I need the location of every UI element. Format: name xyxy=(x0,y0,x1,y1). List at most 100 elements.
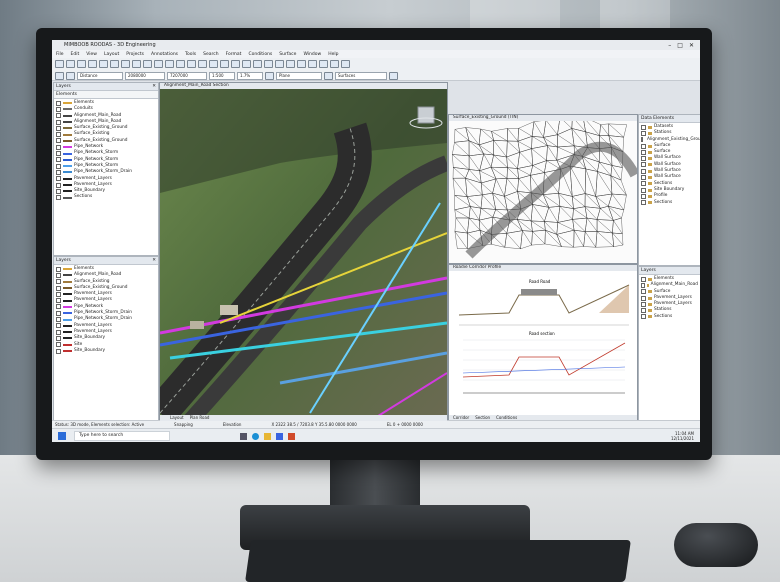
select-icon[interactable] xyxy=(165,60,174,68)
x-field[interactable]: 2080000 xyxy=(125,72,165,80)
visibility-checkbox[interactable] xyxy=(641,301,646,307)
visibility-checkbox[interactable] xyxy=(56,323,61,329)
visibility-checkbox[interactable] xyxy=(56,195,61,201)
visibility-checkbox[interactable] xyxy=(56,188,61,194)
profile-viewport[interactable]: Roadie Corridor Profile Road Road Road s… xyxy=(448,264,638,422)
visibility-checkbox[interactable] xyxy=(56,157,61,163)
pointer-icon[interactable] xyxy=(55,72,64,80)
section-icon[interactable] xyxy=(286,60,295,68)
visibility-checkbox[interactable] xyxy=(56,348,61,354)
visibility-checkbox[interactable] xyxy=(56,342,61,348)
maximize-icon[interactable]: □ xyxy=(677,42,683,49)
visibility-checkbox[interactable] xyxy=(641,175,646,181)
visibility-checkbox[interactable] xyxy=(641,200,646,206)
paste-icon[interactable] xyxy=(121,60,130,68)
menu-annotations[interactable]: Annotations xyxy=(151,52,178,57)
visibility-checkbox[interactable] xyxy=(56,119,61,125)
copy-icon[interactable] xyxy=(110,60,119,68)
store-icon[interactable] xyxy=(276,432,283,440)
menu-help[interactable]: Help xyxy=(328,52,338,57)
visibility-checkbox[interactable] xyxy=(56,291,61,297)
visibility-checkbox[interactable] xyxy=(56,106,61,112)
visibility-checkbox[interactable] xyxy=(641,295,646,301)
taskbar-search[interactable]: Type here to search xyxy=(74,431,170,441)
measure-icon[interactable] xyxy=(253,60,262,68)
grid-icon[interactable] xyxy=(231,60,240,68)
visibility-checkbox[interactable] xyxy=(641,314,646,320)
app-icon[interactable] xyxy=(288,432,295,440)
menu-window[interactable]: Window xyxy=(303,52,321,57)
visibility-checkbox[interactable] xyxy=(56,132,61,138)
print-icon[interactable] xyxy=(88,60,97,68)
surface-field[interactable]: Surfaces xyxy=(335,72,387,80)
visibility-checkbox[interactable] xyxy=(641,137,643,143)
scale-field[interactable]: 1:500 xyxy=(209,72,235,80)
visibility-checkbox[interactable] xyxy=(56,169,61,175)
view-cube-icon[interactable] xyxy=(417,106,435,124)
start-icon[interactable] xyxy=(58,432,66,440)
visibility-checkbox[interactable] xyxy=(56,182,61,188)
tree-item[interactable]: Sections xyxy=(56,194,156,201)
visibility-checkbox[interactable] xyxy=(56,113,61,119)
menu-search[interactable]: Search xyxy=(203,52,218,57)
visibility-checkbox[interactable] xyxy=(56,151,61,157)
tree-item[interactable]: Sections xyxy=(641,200,698,206)
visibility-checkbox[interactable] xyxy=(641,282,645,288)
undo-icon[interactable] xyxy=(132,60,141,68)
layer-icon[interactable] xyxy=(220,60,229,68)
menu-projects[interactable]: Projects xyxy=(126,52,144,57)
close-icon[interactable]: ✕ xyxy=(152,257,158,264)
visibility-checkbox[interactable] xyxy=(641,130,646,136)
play-icon[interactable] xyxy=(265,72,274,80)
wireframe-viewport[interactable]: Surface_Existing_Ground (TIN) xyxy=(448,114,638,264)
visibility-checkbox[interactable] xyxy=(56,176,61,182)
visibility-checkbox[interactable] xyxy=(641,156,646,162)
alignment-icon[interactable] xyxy=(308,60,317,68)
clock-date[interactable]: 12/11/2021 xyxy=(671,436,694,441)
visibility-checkbox[interactable] xyxy=(641,187,646,193)
visibility-checkbox[interactable] xyxy=(56,285,61,291)
plane-field[interactable]: Plane xyxy=(276,72,322,80)
tab-layout[interactable]: Layout xyxy=(170,415,184,421)
taskview-icon[interactable] xyxy=(240,432,247,440)
profile-icon[interactable] xyxy=(275,60,284,68)
menu-format[interactable]: Format xyxy=(226,52,242,57)
render-icon[interactable] xyxy=(330,60,339,68)
cut-icon[interactable] xyxy=(99,60,108,68)
main-3d-viewport[interactable]: Alignment_Main_Road Section Layout Plan … xyxy=(159,82,448,422)
visibility-checkbox[interactable] xyxy=(56,144,61,150)
visibility-checkbox[interactable] xyxy=(56,125,61,131)
visibility-checkbox[interactable] xyxy=(56,329,61,335)
minimize-icon[interactable]: – xyxy=(668,42,671,49)
snap-field[interactable]: Distance xyxy=(77,72,123,80)
visibility-checkbox[interactable] xyxy=(56,304,61,310)
new-icon[interactable] xyxy=(55,60,64,68)
refresh-icon[interactable] xyxy=(389,72,398,80)
menu-view[interactable]: View xyxy=(86,52,97,57)
visibility-checkbox[interactable] xyxy=(56,317,61,323)
visibility-checkbox[interactable] xyxy=(641,162,646,168)
view-icon[interactable] xyxy=(324,72,333,80)
settings-icon[interactable] xyxy=(341,60,350,68)
visibility-checkbox[interactable] xyxy=(641,168,646,174)
visibility-checkbox[interactable] xyxy=(641,193,646,199)
redo-icon[interactable] xyxy=(143,60,152,68)
visibility-checkbox[interactable] xyxy=(56,335,61,341)
delete-icon[interactable] xyxy=(154,60,163,68)
zoom-icon[interactable] xyxy=(198,60,207,68)
folder-icon[interactable] xyxy=(264,432,271,440)
menu-tools[interactable]: Tools xyxy=(185,52,196,57)
menu-layout[interactable]: Layout xyxy=(104,52,119,57)
edge-icon[interactable] xyxy=(252,432,259,440)
surface-icon[interactable] xyxy=(264,60,273,68)
tab-plan-road[interactable]: Plan Road xyxy=(190,415,210,421)
visibility-checkbox[interactable] xyxy=(56,279,61,285)
visibility-checkbox[interactable] xyxy=(56,138,61,144)
y-field[interactable]: 7207000 xyxy=(167,72,207,80)
close-icon[interactable]: ✕ xyxy=(152,83,158,90)
line-icon[interactable] xyxy=(66,72,75,80)
move-icon[interactable] xyxy=(176,60,185,68)
menu-surface[interactable]: Surface xyxy=(279,52,296,57)
visibility-checkbox[interactable] xyxy=(641,181,646,187)
visibility-checkbox[interactable] xyxy=(56,310,61,316)
